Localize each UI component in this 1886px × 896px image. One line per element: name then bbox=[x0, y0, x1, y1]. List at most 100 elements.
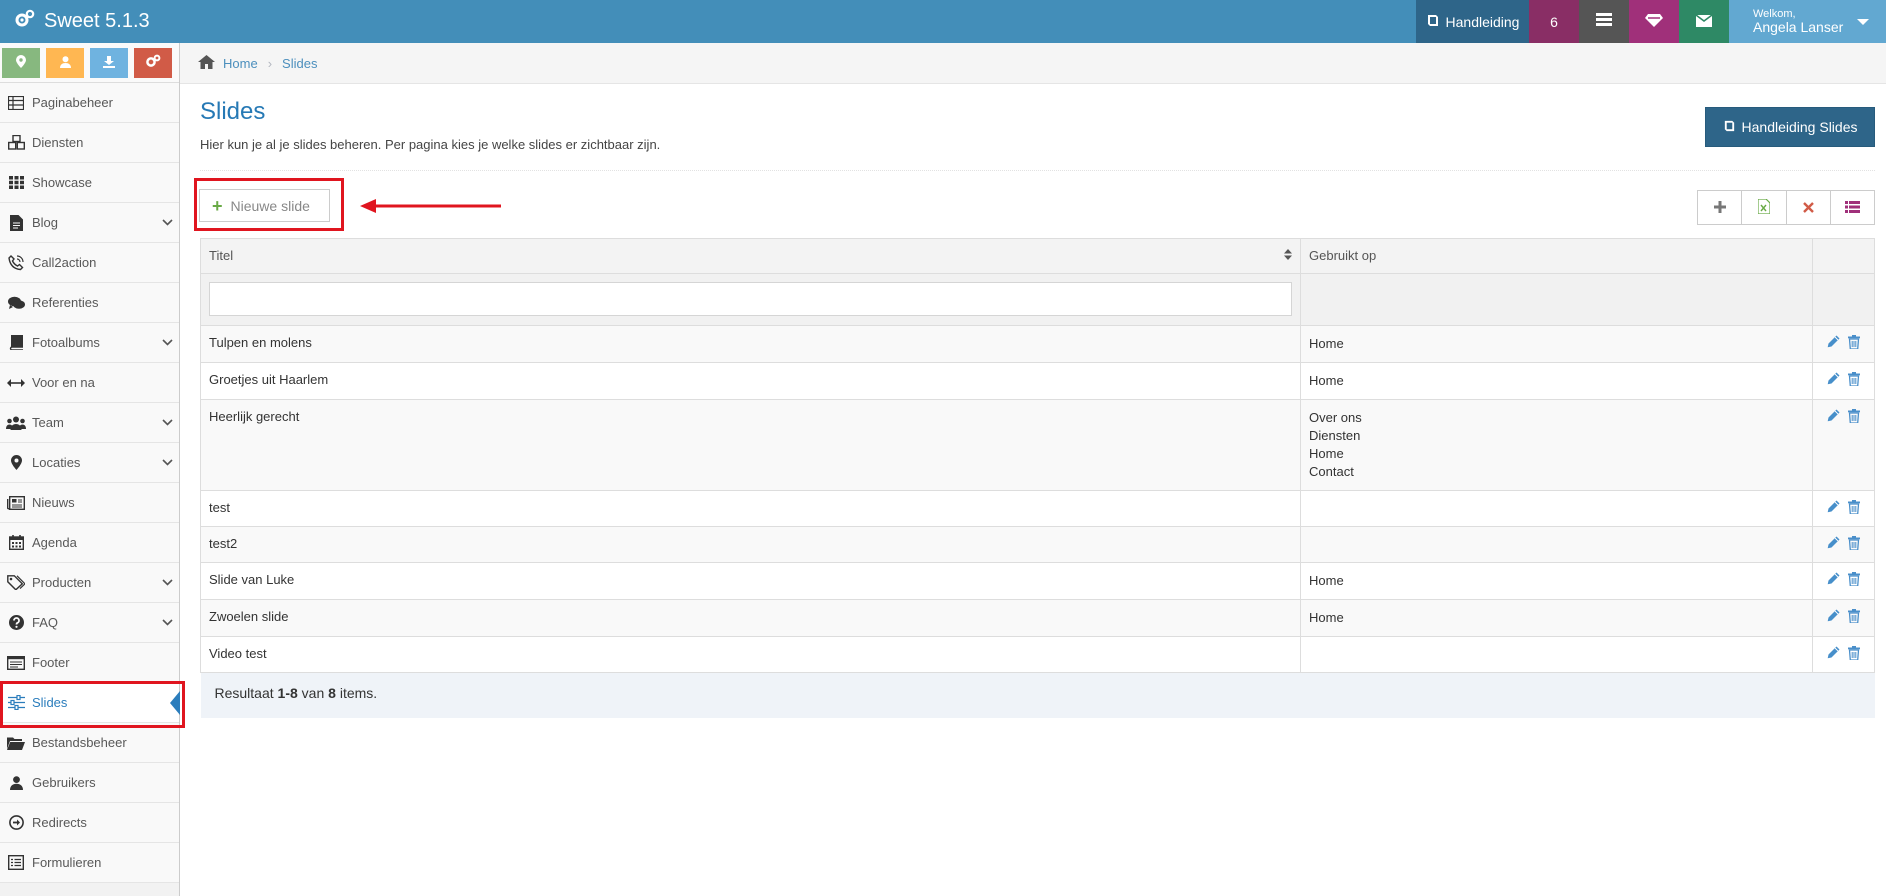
chevron-down-icon[interactable] bbox=[155, 459, 179, 466]
count-badge: 6 bbox=[1550, 13, 1558, 30]
sidebar-item-agenda[interactable]: Agenda bbox=[0, 523, 179, 563]
sidebar-item-fotoalbums[interactable]: Fotoalbums bbox=[0, 323, 179, 363]
breadcrumb-home[interactable]: Home bbox=[223, 56, 258, 71]
sidebar-item-referenties[interactable]: Referenties bbox=[0, 283, 179, 323]
notification-count[interactable]: 6 bbox=[1529, 0, 1579, 43]
sidebar-item-formulieren[interactable]: Formulieren bbox=[0, 843, 179, 883]
annotation-arrow-icon bbox=[360, 199, 501, 213]
usage-page: Home bbox=[1309, 446, 1344, 461]
edit-icon[interactable] bbox=[1827, 536, 1840, 553]
sidebar-item-voor-en-na[interactable]: Voor en na bbox=[0, 363, 179, 403]
chevron-down-icon[interactable] bbox=[155, 219, 179, 226]
cogs-icon bbox=[14, 9, 44, 35]
excel-icon bbox=[1757, 197, 1771, 217]
sidebar-item-call2action[interactable]: Call2action bbox=[0, 243, 179, 283]
footer-icon bbox=[0, 655, 32, 670]
cell-titel: Tulpen en molens bbox=[200, 325, 1301, 363]
manual-slides-button[interactable]: Handleiding Slides bbox=[1705, 107, 1875, 147]
edit-icon[interactable] bbox=[1827, 335, 1840, 352]
sidebar-item-label: Producten bbox=[32, 575, 92, 590]
sidebar-item-label: Diensten bbox=[32, 135, 84, 150]
sidebar: Paginabeheer Diensten Showcase Blog Call2act… bbox=[0, 43, 180, 896]
sidebar-item-footer[interactable]: Footer bbox=[0, 643, 179, 683]
edit-icon[interactable] bbox=[1827, 572, 1840, 589]
titel-filter-input[interactable] bbox=[209, 282, 1292, 316]
cell-actions bbox=[1812, 636, 1875, 673]
edit-icon[interactable] bbox=[1827, 646, 1840, 663]
map-marker-icon bbox=[0, 455, 32, 470]
table-body: Tulpen en molens Home Groetjes uit Haarlem… bbox=[200, 325, 1875, 673]
delete-icon[interactable] bbox=[1848, 646, 1861, 663]
chevron-down-icon[interactable] bbox=[155, 579, 179, 586]
cell-gebruikt-op bbox=[1299, 526, 1814, 563]
table-row: Slide van Luke Home bbox=[200, 562, 1875, 600]
columns-icon bbox=[1844, 200, 1860, 216]
diamond-icon bbox=[1645, 13, 1663, 30]
sidebar-item-paginabeheer[interactable]: Paginabeheer bbox=[0, 83, 179, 123]
cell-gebruikt-op: Over ons Diensten Home Contact bbox=[1299, 399, 1814, 491]
cubes-icon bbox=[0, 135, 32, 150]
sidebar-item-gebruikers[interactable]: Gebruikers bbox=[0, 763, 179, 803]
page-title: Slides bbox=[200, 98, 266, 125]
edit-icon[interactable] bbox=[1827, 372, 1840, 389]
download-icon bbox=[103, 55, 115, 71]
sidebar-item-locaties[interactable]: Locaties bbox=[0, 443, 179, 483]
envelope-icon bbox=[1695, 13, 1713, 30]
tasks-button[interactable] bbox=[1579, 0, 1629, 43]
shortcut-download[interactable] bbox=[90, 47, 128, 78]
delete-icon[interactable] bbox=[1848, 609, 1861, 626]
sidebar-item-team[interactable]: Team bbox=[0, 403, 179, 443]
usage-page: Home bbox=[1309, 336, 1344, 351]
cell-titel: test2 bbox=[200, 526, 1301, 563]
sidebar-item-producten[interactable]: Producten bbox=[0, 563, 179, 603]
close-icon bbox=[1802, 200, 1814, 216]
home-icon[interactable] bbox=[198, 54, 215, 72]
sidebar-item-label: Call2action bbox=[32, 255, 97, 270]
delete-icon[interactable] bbox=[1848, 372, 1861, 389]
shortcut-users[interactable] bbox=[46, 47, 84, 78]
sidebar-item-diensten[interactable]: Diensten bbox=[0, 123, 179, 163]
sidebar-item-bestandsbeheer[interactable]: Bestandsbeheer bbox=[0, 723, 179, 763]
sidebar-item-label: Formulieren bbox=[32, 855, 102, 870]
cell-titel: Heerlijk gerecht bbox=[200, 399, 1301, 491]
user-menu[interactable]: Welkom, Angela Lanser bbox=[1729, 0, 1886, 43]
delete-icon[interactable] bbox=[1848, 536, 1861, 553]
delete-icon[interactable] bbox=[1848, 500, 1861, 517]
edit-icon[interactable] bbox=[1827, 609, 1840, 626]
shortcut-settings[interactable] bbox=[134, 47, 172, 78]
delete-icon[interactable] bbox=[1848, 409, 1861, 426]
edit-icon[interactable] bbox=[1827, 409, 1840, 426]
column-header-titel[interactable]: Titel bbox=[200, 238, 1301, 274]
arrow-circle-icon bbox=[0, 815, 32, 830]
breadcrumb-current[interactable]: Slides bbox=[282, 56, 317, 71]
sidebar-item-blog[interactable]: Blog bbox=[0, 203, 179, 243]
header-label-titel: Titel bbox=[209, 248, 234, 263]
chevron-down-icon[interactable] bbox=[155, 339, 179, 346]
delete-icon[interactable] bbox=[1848, 335, 1861, 352]
diamond-button[interactable] bbox=[1629, 0, 1679, 43]
clear-filter-button[interactable] bbox=[1786, 191, 1831, 224]
sidebar-item-showcase[interactable]: Showcase bbox=[0, 163, 179, 203]
sidebar-item-label: Showcase bbox=[32, 175, 92, 190]
comments-icon bbox=[0, 296, 32, 310]
sidebar-item-faq[interactable]: FAQ bbox=[0, 603, 179, 643]
page-description: Hier kun je al je slides beheren. Per pa… bbox=[200, 137, 661, 152]
manual-slides-label: Handleiding Slides bbox=[1741, 119, 1858, 135]
columns-button[interactable] bbox=[1830, 191, 1874, 224]
shortcut-locations[interactable] bbox=[2, 47, 40, 78]
add-row-button[interactable] bbox=[1698, 191, 1743, 224]
sidebar-item-label: Voor en na bbox=[32, 375, 95, 390]
sidebar-item-redirects[interactable]: Redirects bbox=[0, 803, 179, 843]
chevron-down-icon[interactable] bbox=[155, 419, 179, 426]
manual-button[interactable]: Handleiding bbox=[1416, 0, 1529, 43]
app-title: Sweet 5.1.3 bbox=[44, 10, 150, 32]
brand[interactable]: Sweet 5.1.3 bbox=[0, 0, 150, 43]
chevron-down-icon[interactable] bbox=[155, 619, 179, 626]
sidebar-item-nieuws[interactable]: Nieuws bbox=[0, 483, 179, 523]
messages-button[interactable] bbox=[1679, 0, 1729, 43]
sidebar-item-label: Fotoalbums bbox=[32, 335, 100, 350]
edit-icon[interactable] bbox=[1827, 500, 1840, 517]
delete-icon[interactable] bbox=[1848, 572, 1861, 589]
row-actions bbox=[1821, 409, 1866, 426]
export-excel-button[interactable] bbox=[1742, 191, 1787, 224]
